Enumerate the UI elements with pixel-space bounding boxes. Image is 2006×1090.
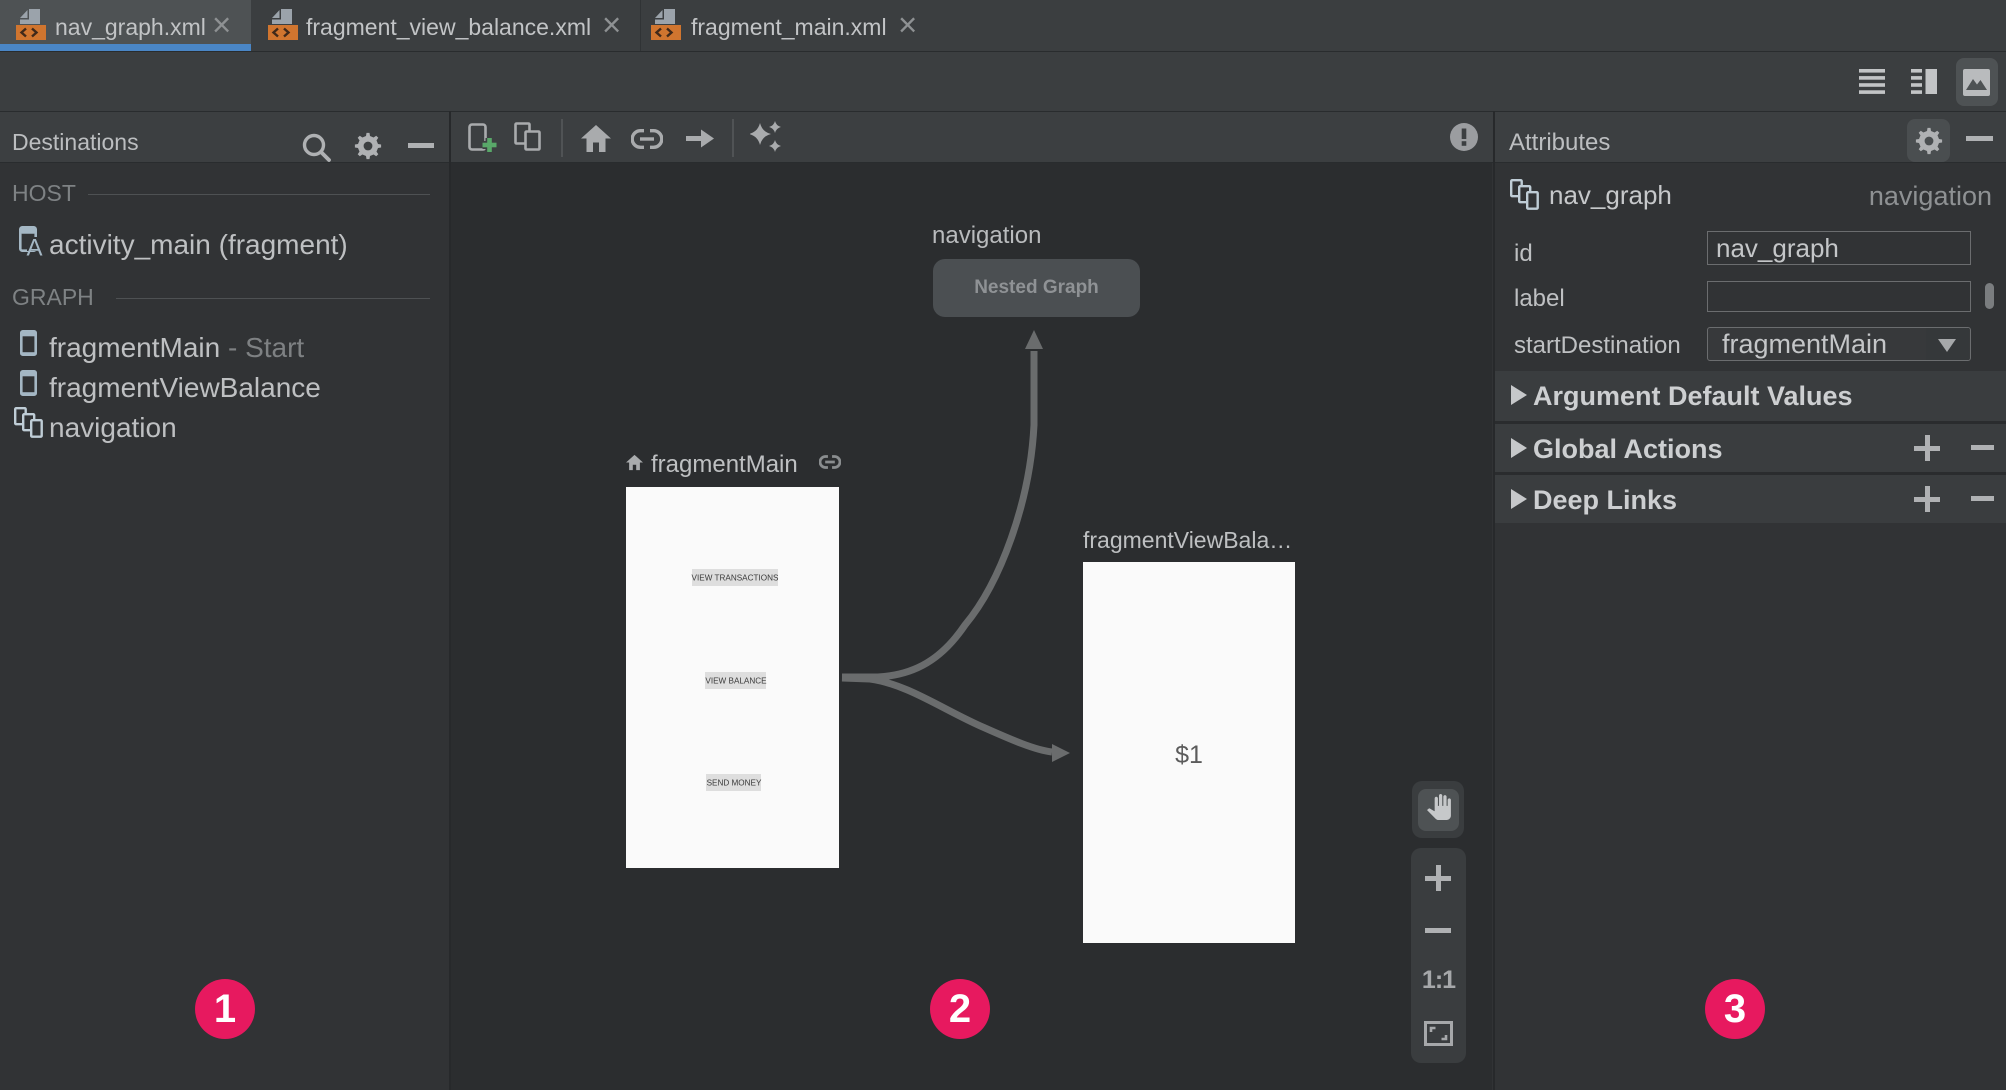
svg-text:A: A xyxy=(27,235,43,257)
